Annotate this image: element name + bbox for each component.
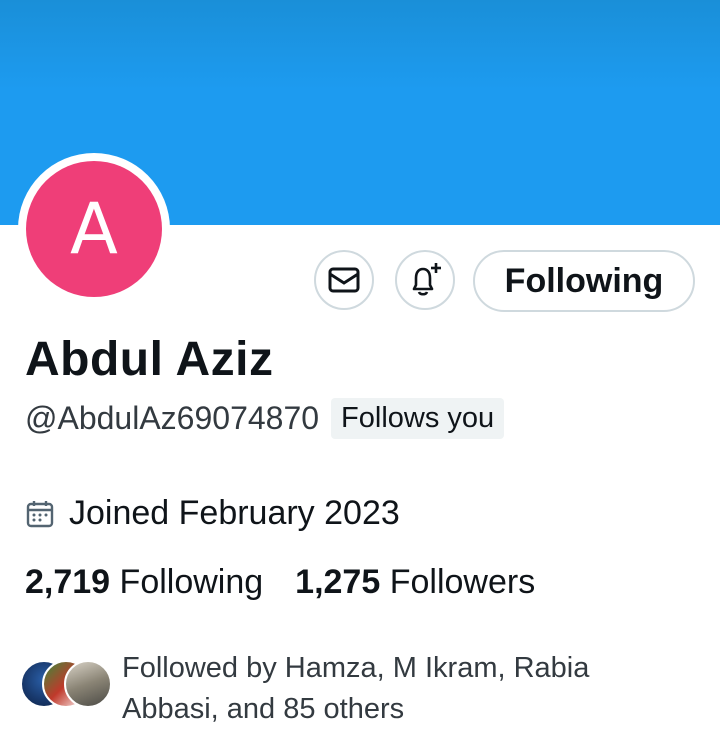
avatar[interactable]: A — [26, 161, 162, 297]
stats-row: 2,719 Following 1,275 Followers — [25, 563, 567, 602]
avatar-letter: A — [70, 188, 118, 270]
joined-row: Joined February 2023 — [25, 494, 400, 533]
message-button[interactable] — [314, 250, 374, 310]
followers-label: Followers — [389, 563, 536, 601]
following-stat[interactable]: 2,719 Following — [25, 563, 263, 602]
following-label: Following — [119, 563, 264, 601]
bell-plus-icon — [412, 263, 441, 296]
envelope-icon — [328, 267, 360, 293]
followed-by-text: Followed by Hamza, M Ikram, Rabia Abbasi… — [122, 652, 590, 725]
notifications-button[interactable] — [395, 250, 455, 310]
joined-date: Joined February 2023 — [69, 494, 400, 532]
profile-name: Abdul Aziz — [25, 333, 274, 386]
followers-count: 1,275 — [295, 563, 381, 601]
followers-stat[interactable]: 1,275 Followers — [295, 563, 535, 602]
following-button[interactable]: Following — [473, 250, 695, 312]
following-button-label: Following — [504, 261, 664, 300]
avatar-ring: A — [18, 153, 170, 305]
calendar-icon — [26, 500, 54, 527]
profile-handle: @AbdulAz69074870 — [25, 400, 320, 436]
handle-row: @AbdulAz69074870 Follows you — [25, 398, 505, 439]
follows-you-badge: Follows you — [331, 398, 505, 439]
mutual-avatar — [64, 660, 112, 708]
mutual-avatars — [20, 660, 116, 714]
following-count: 2,719 — [25, 563, 111, 601]
followed-by-row[interactable]: Followed by Hamza, M Ikram, Rabia Abbasi… — [20, 648, 632, 730]
